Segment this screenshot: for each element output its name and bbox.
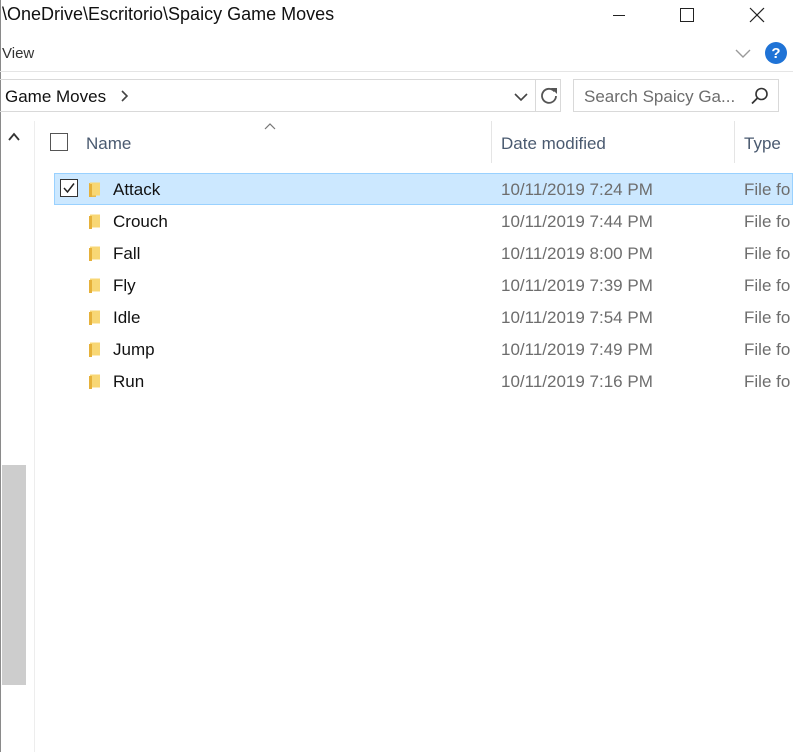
pane-divider [34, 121, 35, 752]
minimize-icon [613, 14, 625, 16]
refresh-icon[interactable] [538, 85, 560, 107]
file-row-idle[interactable]: Idle 10/11/2019 7:54 PM File fo [54, 301, 793, 333]
file-row-jump[interactable]: Jump 10/11/2019 7:49 PM File fo [54, 333, 793, 365]
minimize-button[interactable] [596, 0, 642, 30]
file-name[interactable]: Attack [113, 180, 160, 200]
file-date-modified: 10/11/2019 7:44 PM [501, 212, 653, 231]
file-type: File fo [744, 340, 791, 359]
file-date-modified: 10/11/2019 7:39 PM [501, 276, 653, 295]
chevron-down-icon[interactable] [734, 44, 752, 62]
file-row-attack[interactable]: Attack 10/11/2019 7:24 PM File fo [54, 173, 793, 205]
file-date-modified: 10/11/2019 7:24 PM [501, 180, 653, 199]
column-divider[interactable] [491, 121, 492, 163]
select-all-checkbox[interactable] [50, 133, 68, 151]
folder-icon [89, 246, 100, 261]
file-name[interactable]: Jump [113, 340, 155, 360]
address-divider [535, 80, 536, 111]
file-name[interactable]: Idle [113, 308, 140, 328]
file-name[interactable]: Run [113, 372, 144, 392]
file-type: File fo [744, 212, 791, 231]
ribbon-divider [0, 71, 793, 72]
breadcrumb-game-moves[interactable]: Game Moves [5, 87, 106, 107]
file-list: Attack 10/11/2019 7:24 PM File fo Crouch… [54, 173, 793, 397]
folder-icon [89, 182, 100, 197]
folder-icon [89, 342, 100, 357]
file-name[interactable]: Fall [113, 244, 140, 264]
file-date-modified: 10/11/2019 7:16 PM [501, 372, 653, 391]
file-type: File fo [744, 308, 791, 327]
search-placeholder: Search Spaicy Ga... [584, 87, 736, 106]
column-header-name[interactable]: Name [86, 134, 131, 154]
file-row-fall[interactable]: Fall 10/11/2019 8:00 PM File fo [54, 237, 793, 269]
folder-icon [89, 310, 100, 325]
close-button[interactable] [734, 0, 780, 30]
file-name[interactable]: Crouch [113, 212, 168, 232]
chevron-right-icon[interactable] [118, 88, 132, 104]
file-explorer-window: \OneDrive\Escritorio\Spaicy Game Moves V… [0, 0, 793, 752]
file-type: File fo [744, 372, 791, 391]
checkmark-icon [63, 183, 75, 194]
sort-ascending-icon [264, 123, 276, 130]
file-type: File fo [744, 276, 791, 295]
file-name[interactable]: Fly [113, 276, 136, 296]
address-dropdown-icon[interactable] [512, 88, 530, 106]
vertical-scrollbar[interactable] [1, 121, 27, 752]
ribbon-bar: View ? [0, 38, 793, 70]
column-header-type[interactable]: Type [744, 134, 781, 154]
maximize-button[interactable] [664, 0, 710, 30]
file-date-modified: 10/11/2019 7:54 PM [501, 308, 653, 327]
address-bar[interactable]: Game Moves [0, 79, 561, 112]
file-type: File fo [744, 180, 791, 199]
chevron-up-icon[interactable] [7, 130, 21, 144]
file-row-crouch[interactable]: Crouch 10/11/2019 7:44 PM File fo [54, 205, 793, 237]
maximize-icon [680, 8, 694, 22]
file-type: File fo [744, 244, 791, 263]
folder-icon [89, 374, 100, 389]
column-divider[interactable] [734, 121, 735, 163]
help-icon[interactable]: ? [765, 42, 787, 64]
file-row-fly[interactable]: Fly 10/11/2019 7:39 PM File fo [54, 269, 793, 301]
file-row-run[interactable]: Run 10/11/2019 7:16 PM File fo [54, 365, 793, 397]
row-checkbox[interactable] [60, 179, 78, 197]
search-icon[interactable] [750, 86, 770, 106]
window-title: \OneDrive\Escritorio\Spaicy Game Moves [2, 4, 335, 24]
tab-view[interactable]: View [2, 45, 34, 62]
column-header-date-modified[interactable]: Date modified [501, 134, 606, 154]
title-bar: \OneDrive\Escritorio\Spaicy Game Moves [0, 0, 793, 32]
search-input[interactable]: Search Spaicy Ga... [573, 79, 779, 112]
close-icon [749, 7, 765, 23]
folder-icon [89, 214, 100, 229]
folder-icon [89, 278, 100, 293]
file-date-modified: 10/11/2019 8:00 PM [501, 244, 653, 263]
scrollbar-thumb[interactable] [2, 465, 26, 685]
file-date-modified: 10/11/2019 7:49 PM [501, 340, 653, 359]
